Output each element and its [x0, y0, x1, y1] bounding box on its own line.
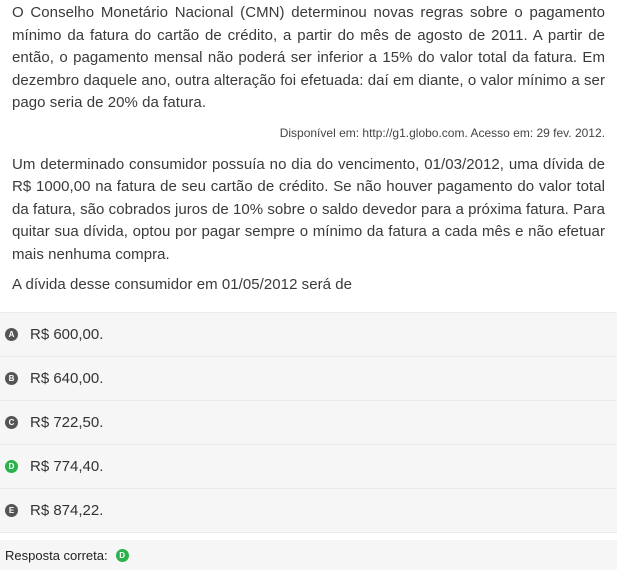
alternative-e[interactable]: E R$ 874,22. [0, 489, 617, 533]
alternative-b-text: R$ 640,00. [30, 370, 104, 387]
alternative-a[interactable]: A R$ 600,00. [0, 313, 617, 357]
question-statement: O Conselho Monetário Nacional (CMN) dete… [0, 0, 617, 297]
alternatives-list: A R$ 600,00. B R$ 640,00. C R$ 722,50. D… [0, 312, 617, 533]
letter-c-badge: C [5, 416, 18, 429]
correct-answer-bar: Resposta correta: D [0, 540, 617, 570]
alternative-b[interactable]: B R$ 640,00. [0, 357, 617, 401]
alternative-a-text: R$ 600,00. [30, 326, 104, 343]
alternative-c-text: R$ 722,50. [30, 414, 104, 431]
letter-e-badge: E [5, 504, 18, 517]
letter-a-badge: A [5, 328, 18, 341]
alternative-e-text: R$ 874,22. [30, 502, 104, 519]
correct-answer-badge: D [115, 548, 129, 562]
letter-d-badge: D [5, 460, 18, 473]
letter-b-badge: B [5, 372, 18, 385]
alternative-c[interactable]: C R$ 722,50. [0, 401, 617, 445]
statement-paragraph-2: Um determinado consumidor possuía no dia… [12, 155, 605, 263]
alternative-d-text: R$ 774,40. [30, 458, 104, 475]
question-prompt: A dívida desse consumidor em 01/05/2012 … [12, 276, 353, 293]
alternative-d[interactable]: D R$ 774,40. [0, 445, 617, 489]
correct-answer-label: Resposta correta: [5, 547, 108, 563]
statement-paragraph-1: O Conselho Monetário Nacional (CMN) dete… [12, 4, 605, 111]
source-citation: Disponível em: http://g1.globo.com. Aces… [279, 125, 605, 140]
